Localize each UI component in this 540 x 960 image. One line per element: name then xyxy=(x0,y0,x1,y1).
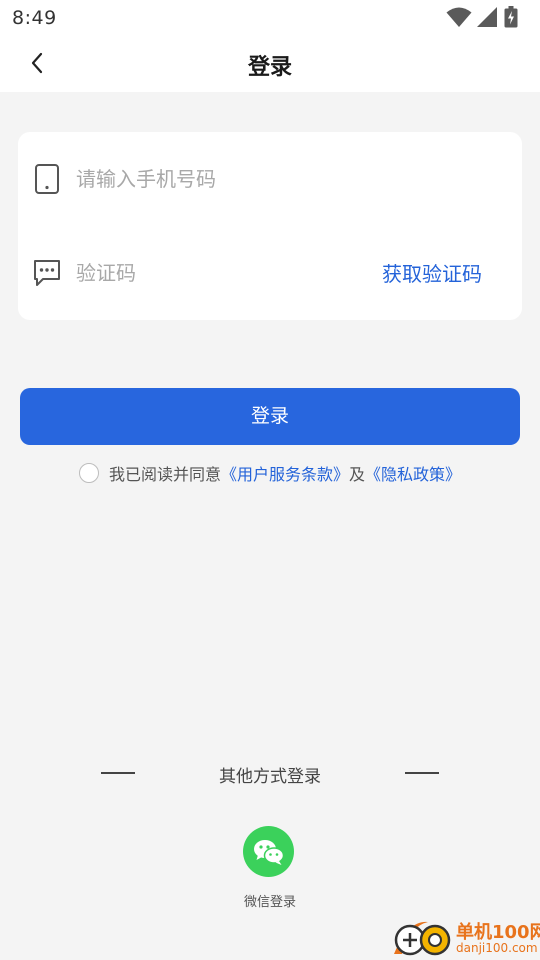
watermark-url: danji100.com xyxy=(456,941,538,955)
agreement-checkbox[interactable] xyxy=(78,463,99,483)
code-input[interactable] xyxy=(76,252,366,294)
divider-right xyxy=(405,772,439,774)
agreement-prefix: 我已阅读并同意 xyxy=(108,465,221,484)
terms-link[interactable]: 《用户服务条款》 xyxy=(221,465,349,484)
agreement-joiner: 及 xyxy=(349,465,366,484)
cellular-signal-icon xyxy=(477,7,497,27)
status-time: 8:49 xyxy=(12,7,57,29)
nav-bar: 登录 xyxy=(0,36,540,92)
battery-charging-icon xyxy=(504,6,518,28)
get-code-button[interactable]: 获取验证码 xyxy=(382,258,482,287)
wifi-icon xyxy=(446,7,472,27)
phone-input[interactable] xyxy=(76,158,496,200)
message-icon xyxy=(34,260,60,286)
wechat-icon xyxy=(253,839,284,865)
watermark: 单机100网 danji100.com xyxy=(388,914,540,960)
page-title: 登录 xyxy=(247,55,292,80)
other-login-title: 其他方式登录 xyxy=(219,767,321,787)
login-button[interactable]: 登录 xyxy=(20,388,520,445)
status-bar: 8:49 xyxy=(0,0,540,36)
phone-icon xyxy=(35,164,59,194)
agreement-row: 我已阅读并同意《用户服务条款》及《隐私政策》 xyxy=(0,461,540,485)
code-row: 获取验证码 xyxy=(18,226,522,320)
other-login-section: 其他方式登录 xyxy=(0,762,540,787)
wechat-login-button[interactable] xyxy=(243,826,294,877)
phone-row xyxy=(18,132,522,226)
watermark-logo-icon xyxy=(394,921,451,956)
wechat-login-label: 微信登录 xyxy=(243,895,296,910)
login-form-card: 获取验证码 xyxy=(18,132,522,320)
privacy-link[interactable]: 《隐私政策》 xyxy=(365,465,461,484)
